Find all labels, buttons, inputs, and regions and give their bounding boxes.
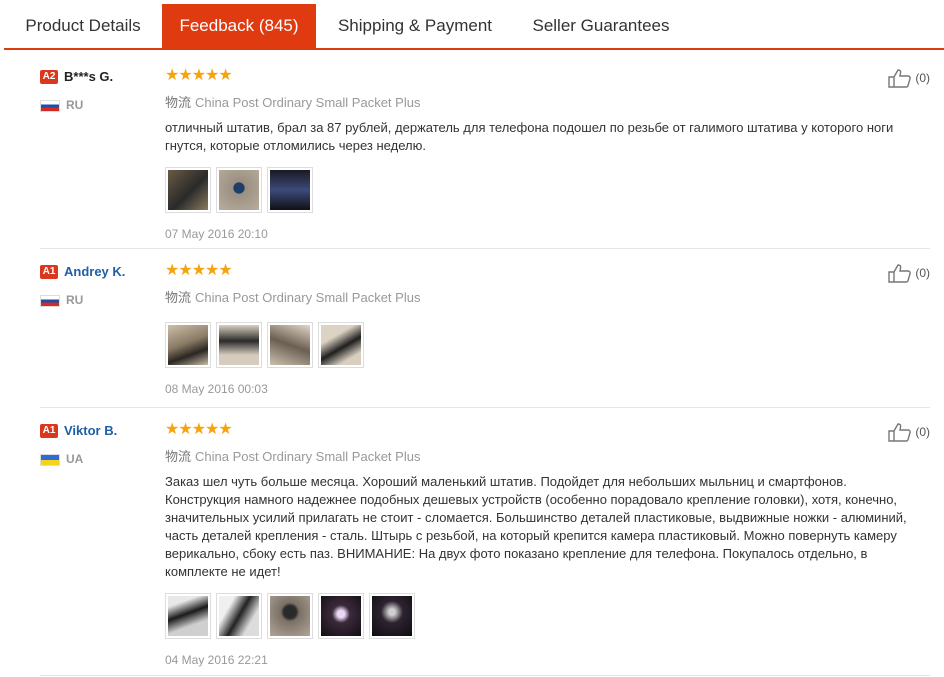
review-item: A2 B***s G. RU ★★★★★ 物流 China Post Ordinar… [40,68,930,249]
flag-ru-icon [40,294,60,307]
flag-ru-icon [40,99,60,112]
shipping-method: 物流 China Post Ordinary Small Packet Plus [165,92,930,111]
thumbs-up-icon [888,423,912,442]
review-body: ★★★★★ 物流 China Post Ordinary Small Packet… [165,68,930,241]
review-body: ★★★★★ 物流 China Post Ordinary Small Packet… [165,263,930,396]
helpful-button[interactable]: (0) [888,68,930,88]
tab-bar: Product Details Feedback (845) Shipping … [4,4,944,50]
review-text: отличный штатив, брал за 87 рублей, держ… [165,120,894,153]
review-photos [165,322,930,368]
shipping-method-text: China Post Ordinary Small Packet Plus [195,290,421,305]
helpful-button[interactable]: (0) [888,263,930,283]
review-photo-thumbnail[interactable] [267,167,313,213]
review-photo-thumbnail[interactable] [267,322,313,368]
reviewer-name[interactable]: Viktor B. [64,423,117,438]
tab-feedback[interactable]: Feedback (845) [162,4,316,48]
reviewer-name[interactable]: Andrey K. [64,264,125,279]
thumbs-up-icon [888,264,912,283]
reviewer-country: UA [40,452,160,466]
helpful-button[interactable]: (0) [888,422,930,442]
review-date: 07 May 2016 20:10 [165,227,268,241]
review-photo-thumbnail[interactable] [165,593,211,639]
flag-ua-icon [40,453,60,466]
country-code: UA [66,452,84,466]
country-code: RU [66,98,84,112]
star-rating: ★★★★★ [165,262,233,279]
review-photo-thumbnail[interactable] [267,593,313,639]
review-photo-thumbnail[interactable] [318,593,364,639]
review-date: 08 May 2016 00:03 [165,382,268,396]
review-photo-thumbnail[interactable] [216,593,262,639]
review-item: A1 Andrey K. RU ★★★★★ 物流 China Post Ordina… [40,263,930,408]
reviewer-info: A1 Andrey K. RU [40,263,160,307]
review-photo-thumbnail[interactable] [216,322,262,368]
logistics-label: 物流 [165,290,192,305]
buyer-level-badge: A2 [40,69,58,84]
review-photo-thumbnail[interactable] [216,167,262,213]
review-date: 04 May 2016 22:21 [165,653,268,667]
tab-shipping-payment[interactable]: Shipping & Payment [316,4,514,48]
reviewer-info: A1 Viktor B. UA [40,422,160,466]
star-rating: ★★★★★ [165,67,233,84]
tab-product-details[interactable]: Product Details [4,4,162,48]
review-photos [165,593,930,639]
review-photo-thumbnail[interactable] [165,322,211,368]
shipping-method: 物流 China Post Ordinary Small Packet Plus [165,287,930,306]
logistics-label: 物流 [165,95,192,110]
shipping-method-text: China Post Ordinary Small Packet Plus [195,449,421,464]
reviewer-info: A2 B***s G. RU [40,68,160,112]
review-item: A1 Viktor B. UA ★★★★★ 物流 China Post Ordina… [40,422,930,676]
review-photo-thumbnail[interactable] [369,593,415,639]
helpful-count: (0) [915,425,930,439]
review-photo-thumbnail[interactable] [318,322,364,368]
review-photos [165,167,930,213]
buyer-level-badge: A1 [40,264,58,279]
tab-seller-guarantees[interactable]: Seller Guarantees [514,4,688,48]
review-body: ★★★★★ 物流 China Post Ordinary Small Packet… [165,422,930,667]
shipping-method: 物流 China Post Ordinary Small Packet Plus [165,446,930,465]
helpful-count: (0) [915,71,930,85]
review-text: Заказ шел чуть больше месяца. Хороший ма… [165,474,907,579]
thumbs-up-icon [888,69,912,88]
shipping-method-text: China Post Ordinary Small Packet Plus [195,95,421,110]
country-code: RU [66,293,84,307]
reviewer-country: RU [40,293,160,307]
review-photo-thumbnail[interactable] [165,167,211,213]
star-rating: ★★★★★ [165,421,233,438]
logistics-label: 物流 [165,449,192,464]
buyer-level-badge: A1 [40,423,58,438]
helpful-count: (0) [915,266,930,280]
reviewer-country: RU [40,98,160,112]
reviewer-name: B***s G. [64,69,114,85]
